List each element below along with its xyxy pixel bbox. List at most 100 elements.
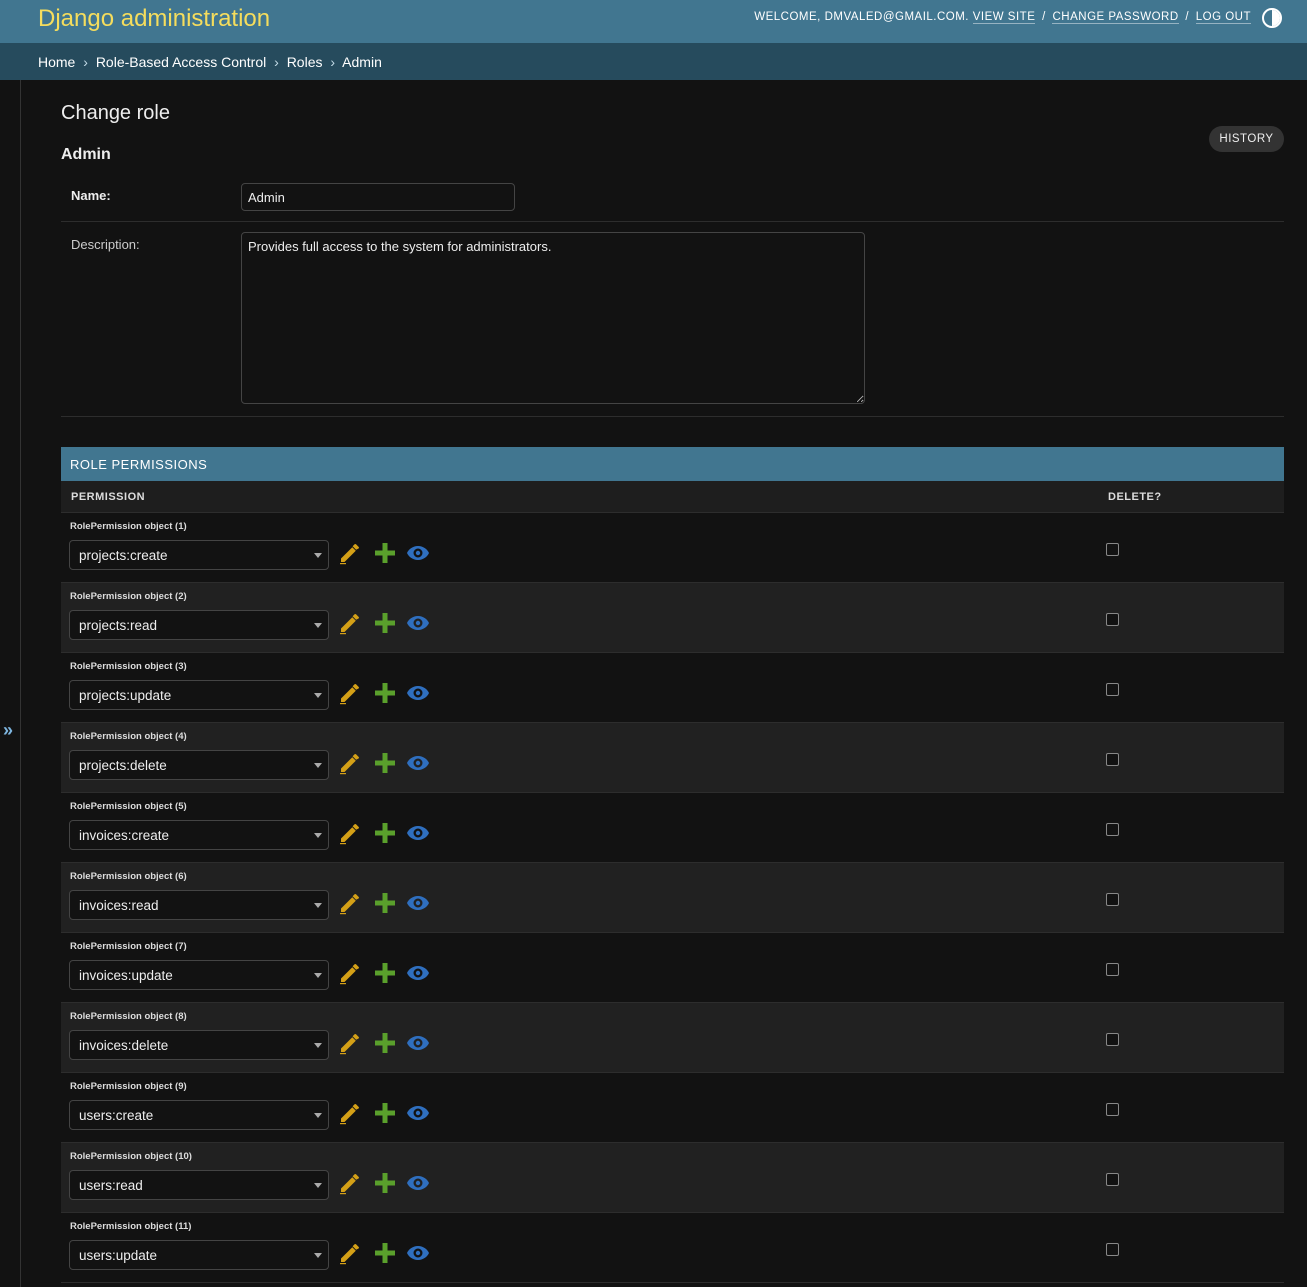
delete-checkbox[interactable]	[1106, 753, 1119, 766]
breadcrumb-home[interactable]: Home	[38, 54, 75, 70]
plus-icon[interactable]	[373, 1101, 397, 1125]
plus-icon[interactable]	[373, 1031, 397, 1055]
pencil-icon[interactable]	[338, 1171, 362, 1195]
permission-select-value: invoices:delete	[79, 1038, 169, 1053]
permission-select[interactable]: projects:create	[69, 540, 329, 570]
permission-select-value: projects:delete	[79, 758, 167, 773]
delete-checkbox[interactable]	[1106, 893, 1119, 906]
breadcrumb: Home › Role-Based Access Control › Roles…	[0, 43, 1307, 80]
row-object-label: RolePermission object (1)	[70, 521, 187, 532]
permission-select[interactable]: projects:read	[69, 610, 329, 640]
description-label: Description:	[71, 237, 140, 252]
chevron-down-icon	[314, 553, 322, 558]
delete-checkbox[interactable]	[1106, 683, 1119, 696]
breadcrumb-model[interactable]: Roles	[287, 54, 323, 70]
column-delete: DELETE?	[1108, 491, 1162, 503]
breadcrumb-current: Admin	[342, 54, 382, 70]
pencil-icon[interactable]	[338, 961, 362, 985]
eye-icon[interactable]	[406, 1031, 430, 1055]
eye-icon[interactable]	[406, 751, 430, 775]
row-object-label: RolePermission object (9)	[70, 1081, 187, 1092]
pencil-icon[interactable]	[338, 1241, 362, 1265]
view-site-link[interactable]: VIEW SITE	[972, 11, 1036, 24]
permission-select[interactable]: projects:update	[69, 680, 329, 710]
permission-select[interactable]: invoices:delete	[69, 1030, 329, 1060]
site-branding[interactable]: Django administration	[38, 5, 270, 33]
row-object-label: RolePermission object (2)	[70, 591, 187, 602]
delete-checkbox[interactable]	[1106, 1243, 1119, 1256]
inline-group-title: ROLE PERMISSIONS	[61, 447, 1284, 481]
delete-checkbox[interactable]	[1106, 613, 1119, 626]
plus-icon[interactable]	[373, 1171, 397, 1195]
permission-select[interactable]: projects:delete	[69, 750, 329, 780]
chevron-down-icon	[314, 1043, 322, 1048]
plus-icon[interactable]	[373, 891, 397, 915]
eye-icon[interactable]	[406, 1101, 430, 1125]
separator: /	[1185, 11, 1190, 23]
pencil-icon[interactable]	[338, 681, 362, 705]
permission-select-value: projects:update	[79, 688, 172, 703]
table-row: RolePermission object (7) invoices:update	[61, 933, 1284, 1003]
pencil-icon[interactable]	[338, 611, 362, 635]
pencil-icon[interactable]	[338, 821, 362, 845]
permission-select[interactable]: invoices:read	[69, 890, 329, 920]
eye-icon[interactable]	[406, 961, 430, 985]
history-button[interactable]: HISTORY	[1209, 126, 1284, 152]
eye-icon[interactable]	[406, 611, 430, 635]
plus-icon[interactable]	[373, 961, 397, 985]
permission-select-value: users:create	[79, 1108, 154, 1123]
pencil-icon[interactable]	[338, 1031, 362, 1055]
eye-icon[interactable]	[406, 821, 430, 845]
permission-select-value: projects:create	[79, 548, 168, 563]
plus-icon[interactable]	[373, 1241, 397, 1265]
breadcrumb-separator: ›	[274, 54, 279, 70]
row-object-label: RolePermission object (8)	[70, 1011, 187, 1022]
eye-icon[interactable]	[406, 891, 430, 915]
chevron-down-icon	[314, 763, 322, 768]
row-object-label: RolePermission object (11)	[70, 1221, 192, 1232]
pencil-icon[interactable]	[338, 541, 362, 565]
table-row: RolePermission object (5) invoices:create	[61, 793, 1284, 863]
name-input[interactable]	[241, 183, 515, 211]
delete-checkbox[interactable]	[1106, 1103, 1119, 1116]
pencil-icon[interactable]	[338, 891, 362, 915]
permission-select-value: projects:read	[79, 618, 158, 633]
plus-icon[interactable]	[373, 751, 397, 775]
plus-icon[interactable]	[373, 541, 397, 565]
permission-select[interactable]: users:read	[69, 1170, 329, 1200]
permission-select[interactable]: users:create	[69, 1100, 329, 1130]
permission-rows: RolePermission object (1) projects:create…	[61, 513, 1284, 1283]
eye-icon[interactable]	[406, 681, 430, 705]
description-textarea[interactable]: Provides full access to the system for a…	[241, 232, 865, 404]
row-object-label: RolePermission object (3)	[70, 661, 187, 672]
name-label: Name:	[71, 188, 111, 203]
permission-select[interactable]: invoices:update	[69, 960, 329, 990]
pencil-icon[interactable]	[338, 751, 362, 775]
permission-select-value: users:update	[79, 1248, 158, 1263]
log-out-link[interactable]: LOG OUT	[1195, 11, 1251, 24]
eye-icon[interactable]	[406, 1241, 430, 1265]
eye-icon[interactable]	[406, 541, 430, 565]
pencil-icon[interactable]	[338, 1101, 362, 1125]
delete-checkbox[interactable]	[1106, 543, 1119, 556]
permission-select[interactable]: users:update	[69, 1240, 329, 1270]
plus-icon[interactable]	[373, 681, 397, 705]
welcome-text: WELCOME,	[754, 11, 821, 23]
delete-checkbox[interactable]	[1106, 1033, 1119, 1046]
plus-icon[interactable]	[373, 821, 397, 845]
theme-toggle-contrast-icon[interactable]	[1262, 8, 1282, 28]
nav-sidebar-toggle-icon[interactable]: »	[3, 720, 13, 741]
table-row: RolePermission object (9) users:create	[61, 1073, 1284, 1143]
page-title: Change role	[61, 102, 170, 124]
table-row: RolePermission object (10) users:read	[61, 1143, 1284, 1213]
delete-checkbox[interactable]	[1106, 1173, 1119, 1186]
change-password-link[interactable]: CHANGE PASSWORD	[1052, 11, 1179, 24]
breadcrumb-app[interactable]: Role-Based Access Control	[96, 54, 266, 70]
eye-icon[interactable]	[406, 1171, 430, 1195]
inline-column-header: PERMISSION DELETE?	[61, 481, 1284, 513]
table-row: RolePermission object (8) invoices:delete	[61, 1003, 1284, 1073]
delete-checkbox[interactable]	[1106, 823, 1119, 836]
delete-checkbox[interactable]	[1106, 963, 1119, 976]
plus-icon[interactable]	[373, 611, 397, 635]
permission-select[interactable]: invoices:create	[69, 820, 329, 850]
